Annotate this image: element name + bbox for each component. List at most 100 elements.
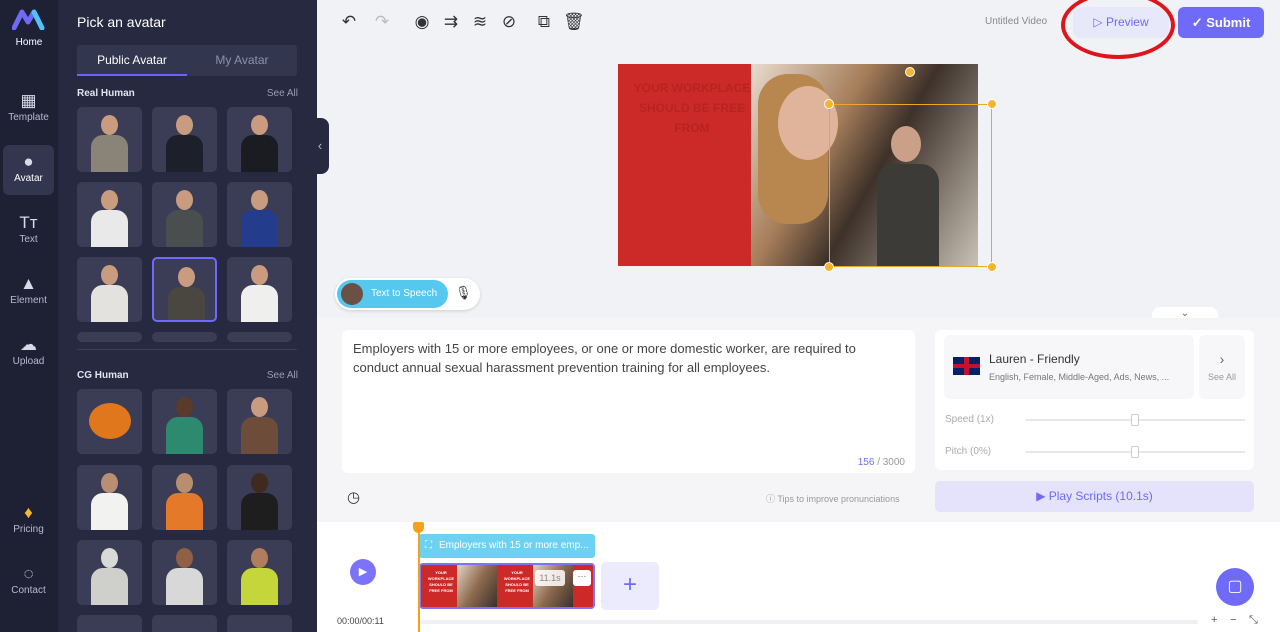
microphone-icon[interactable]: 🎙 [455, 285, 472, 301]
timecode: 00:00/00:11 [337, 616, 384, 626]
char-limit: / 3000 [877, 457, 905, 468]
avatar-tile[interactable] [227, 332, 292, 342]
text-to-speech-button[interactable]: Text to Speech [337, 280, 448, 308]
script-clip-label[interactable]: ⛶ Employers with 15 or more emp... [419, 534, 595, 558]
avatar-tile[interactable] [227, 540, 292, 605]
avatar-tile[interactable] [152, 182, 217, 247]
home-label: Home [15, 37, 43, 48]
rail-item-text[interactable]: Tт Text [3, 206, 54, 256]
avatar-settings-icon[interactable]: ◉ [412, 12, 432, 32]
playhead[interactable] [418, 530, 420, 632]
voice-card[interactable]: Lauren - Friendly English, Female, Middl… [944, 335, 1194, 399]
tts-toggle: Text to Speech 🎙 [335, 278, 480, 310]
see-all-link[interactable]: See All [267, 88, 298, 99]
collapse-panel-button[interactable]: ‹ [311, 118, 329, 174]
rotate-handle[interactable] [905, 67, 915, 77]
avatar-tile[interactable] [227, 389, 292, 454]
avatar-tile[interactable] [227, 107, 292, 172]
rail-item-label: Contact [11, 585, 46, 596]
info-icon: ⓘ [766, 494, 778, 504]
section-divider [77, 349, 297, 350]
more-options-button[interactable]: ··· [573, 570, 591, 586]
resize-handle[interactable] [824, 262, 834, 272]
voice-name: Lauren - Friendly [989, 352, 1080, 366]
see-all-link[interactable]: See All [267, 370, 298, 381]
layers-icon[interactable]: ≋ [470, 12, 490, 32]
play-icon: ▶ [358, 566, 368, 578]
avatar-tile[interactable] [77, 257, 142, 322]
speed-slider-knob[interactable] [1131, 414, 1139, 426]
video-title[interactable]: Untitled Video [985, 16, 1047, 27]
plus-icon: + [622, 571, 637, 598]
script-text[interactable]: Employers with 15 or more employees, or … [353, 339, 893, 377]
text-icon: Tт [19, 213, 38, 232]
avatar-selection-box[interactable] [829, 104, 992, 267]
thumb-text: YOUR WORKPLACE SHOULD BE FREE FROM [427, 570, 455, 593]
submit-button[interactable]: ✓ Submit [1178, 7, 1264, 38]
align-icon[interactable]: ⇉ [441, 12, 461, 32]
see-all-label: See All [1207, 372, 1237, 382]
logo-icon [11, 9, 45, 31]
chat-support-button[interactable]: ▢ [1216, 568, 1254, 606]
play-scripts-label: Play Scripts (10.1s) [1048, 489, 1153, 503]
avatar-tile[interactable] [152, 332, 217, 342]
avatar-tile[interactable] [227, 615, 292, 632]
rail-item-template[interactable]: ▦ Template [3, 84, 54, 134]
redo-icon[interactable]: ↷ [372, 12, 392, 32]
resize-handle[interactable] [987, 262, 997, 272]
hide-icon[interactable]: ⊘ [499, 12, 519, 32]
avatar-tile[interactable] [77, 182, 142, 247]
avatar-tile[interactable] [152, 465, 217, 530]
script-input[interactable]: Employers with 15 or more employees, or … [342, 330, 915, 473]
timeline-scrollbar[interactable] [420, 620, 1198, 624]
rail-item-contact[interactable]: ◌ Contact [3, 557, 54, 607]
play-scripts-button[interactable]: ▶ Play Scripts (10.1s) [935, 481, 1254, 512]
left-rail: Home ▦ Template ● Avatar Tт Text ▲ Eleme… [0, 0, 58, 632]
avatar-tile[interactable] [77, 615, 142, 632]
avatar-tile[interactable] [77, 465, 142, 530]
avatar-tile[interactable] [152, 389, 217, 454]
rail-item-upload[interactable]: ☁ Upload [3, 328, 54, 378]
avatar-tile[interactable] [227, 465, 292, 530]
add-clip-button[interactable]: + [601, 562, 659, 610]
avatar-tile[interactable] [77, 389, 142, 454]
resize-handle[interactable] [987, 99, 997, 109]
canvas-red-text: YOUR WORKPLACE SHOULD BE FREE FROM [633, 81, 751, 135]
avatar-tile[interactable] [77, 540, 142, 605]
rail-item-label: Element [10, 295, 47, 306]
pronunciation-tips[interactable]: ⓘ Tips to improve pronunciations [766, 492, 900, 505]
avatar-panel: Pick an avatar Public Avatar My Avatar R… [58, 0, 317, 632]
tab-my-avatar[interactable]: My Avatar [187, 45, 297, 76]
pitch-slider-knob[interactable] [1131, 446, 1139, 458]
avatar-tile[interactable] [77, 332, 142, 342]
upload-icon: ☁ [20, 335, 37, 354]
avatar-tile[interactable] [227, 182, 292, 247]
timeline-play-button[interactable]: ▶ [350, 559, 376, 585]
clock-icon[interactable]: ◷ [347, 488, 360, 506]
resize-handle[interactable] [824, 99, 834, 109]
copy-icon[interactable]: ⧉ [534, 12, 554, 32]
rail-item-avatar[interactable]: ● Avatar [3, 145, 54, 195]
zoom-in-icon[interactable]: + [1211, 614, 1217, 626]
fit-icon[interactable]: ⤡ [1249, 614, 1258, 627]
avatar-tile-selected[interactable] [152, 257, 217, 322]
avatar-tile[interactable] [77, 107, 142, 172]
char-count-value: 156 [857, 457, 875, 468]
voice-see-all-button[interactable]: › See All [1199, 335, 1245, 399]
home-button[interactable]: Home [9, 8, 49, 48]
tab-public-avatar[interactable]: Public Avatar [77, 45, 187, 76]
panel-title: Pick an avatar [77, 14, 166, 30]
avatar-tile[interactable] [152, 107, 217, 172]
video-clip[interactable]: YOUR WORKPLACE SHOULD BE FREE FROM YOUR … [419, 563, 595, 609]
avatar-tile[interactable] [227, 257, 292, 322]
rail-item-pricing[interactable]: ♦ Pricing [3, 496, 54, 546]
avatar-tile[interactable] [152, 540, 217, 605]
delete-icon[interactable]: 🗑 [563, 12, 585, 32]
rail-item-element[interactable]: ▲ Element [3, 267, 54, 317]
char-count: 156 / 3000 [858, 457, 905, 468]
zoom-out-icon[interactable]: − [1230, 614, 1236, 626]
diamond-icon: ♦ [24, 503, 33, 522]
clip-thumbnail: YOUR WORKPLACE SHOULD BE FREE FROM [497, 565, 537, 607]
avatar-tile[interactable] [152, 615, 217, 632]
undo-icon[interactable]: ↶ [339, 12, 359, 32]
